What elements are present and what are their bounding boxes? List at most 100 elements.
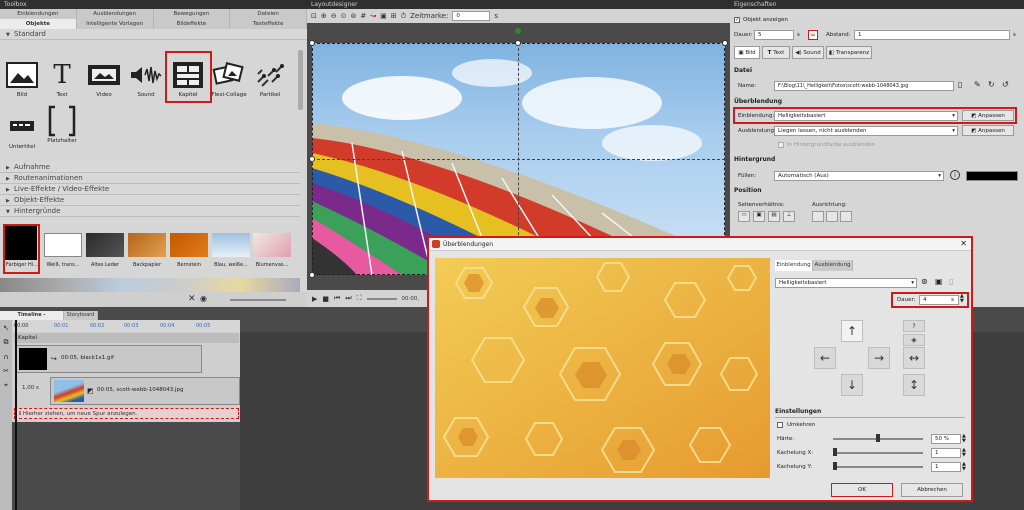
haerte-stepper-icon[interactable]: ▲ ▼ [962,434,966,444]
zoom-fit-icon[interactable]: ⊙ [341,12,347,20]
save-icon[interactable]: ▣ [935,277,943,286]
aspect-stretch-icon[interactable]: ▤ [768,211,780,222]
zeitmarke-input[interactable]: 0 [452,11,491,21]
section-hintergruende[interactable]: ▼ Hintergründe [0,206,300,217]
toolbox-scrollbar[interactable] [298,50,303,110]
tab-ausblendung[interactable]: Ausblendung [813,260,853,271]
abbrechen-button[interactable]: Abbrechen [901,483,963,497]
resize-handle-tr[interactable] [722,40,728,46]
kapitel-bar[interactable]: Kapitel [14,333,239,343]
arrow-up-icon[interactable]: ↑ [841,320,863,342]
stop-icon[interactable]: ■ [322,295,329,303]
tab-bildeffekte[interactable]: Bildeffekte [153,19,231,29]
tab-intelligente-vorlagen[interactable]: Intelligente Vorlagen [76,19,154,29]
bg-thumb-blumenvase[interactable] [253,233,291,257]
section-routenanimationen[interactable]: ▶ Routenanimationen [0,173,300,184]
aspect-fill-icon[interactable]: ▣ [753,211,765,222]
resize-handle-ml[interactable] [309,156,315,162]
info-icon[interactable]: i [950,170,960,180]
section-standard[interactable]: ▼ Standard [0,29,307,40]
arrow-horizontal-icon[interactable]: ↔ [903,347,925,369]
tool-video[interactable]: Video [82,60,126,98]
tab-texteffekte[interactable]: Texteffekte [230,19,307,29]
fit-icon[interactable]: ⌖ [4,381,8,390]
haerte-slider-thumb[interactable] [876,434,880,442]
tool-untertitel[interactable]: Untertitel [0,112,44,150]
bg-thumb-bernstein[interactable] [170,233,208,257]
section-objekt-effekte[interactable]: ▶ Objekt-Effekte [0,195,300,206]
tool-flexi-collage[interactable]: Flexi-Collage [207,60,251,98]
arrow-left-icon[interactable]: ← [814,347,836,369]
kachelung-y-input[interactable]: 1 [931,462,961,472]
transition-select[interactable]: Helligkeitsbasiert ▾ [775,278,917,288]
arrow-down-icon[interactable]: ↓ [841,374,863,396]
resize-handle-bl[interactable] [309,272,315,278]
timeline-ruler[interactable]: 00:00 00:01 00:02 00:03 00:04 00:05 [12,320,240,332]
section-live-effekte[interactable]: ▶ Live-Effekte / Video-Effekte [0,184,300,195]
aspect-custom-icon[interactable]: ⊥ [783,211,795,222]
fullscreen-icon[interactable]: ⛶ [357,294,362,303]
tab-text[interactable]: T Text [762,46,790,59]
select-tool-icon[interactable]: ⊡ [311,12,317,20]
copy-icon[interactable]: ⧉ [4,338,9,347]
edit-icon[interactable]: ✎ [974,80,981,89]
play-icon[interactable]: ▶ [312,295,317,303]
haerte-input[interactable]: 50 % [931,434,961,444]
zoom-out-icon[interactable]: ⊖ [331,12,337,20]
color-swatch[interactable] [966,171,1018,181]
tab-transparenz[interactable]: ◧ Transparenz [826,46,872,59]
name-field[interactable]: F:\Blog\11\_Helligkeit\Fotos\scott-webb-… [774,81,954,91]
align-icon[interactable]: ⊞ [391,12,397,20]
tab-storyboard[interactable]: Storyboard [64,311,98,320]
kachelung-x-slider[interactable] [833,452,923,454]
abstand-input[interactable]: 1 [854,30,1010,40]
path-icon[interactable]: ↝ [370,12,376,20]
grid-icon[interactable]: # [360,12,366,20]
tab-timeline-spuransicht[interactable]: Timeline - Spuransicht [0,311,64,327]
bg-thumb-weiss[interactable] [44,233,82,257]
umkehren-checkbox[interactable] [777,422,783,428]
tab-einblendungen[interactable]: Einblendungen [0,9,77,19]
image-crop-icon[interactable]: ▣ [380,12,387,20]
random-direction-icon[interactable]: ? [903,320,925,332]
tool-text[interactable]: T Text [40,60,84,98]
tab-sound[interactable]: ◀) Sound [792,46,824,59]
tool-partikel[interactable]: Partikel [248,60,292,98]
delete-icon[interactable]: ▯ [949,277,953,286]
einblendung-anpassen-button[interactable]: ◩ Anpassen [962,110,1014,121]
ok-button[interactable]: OK [831,483,893,497]
eye-icon[interactable]: ◉ [200,294,207,303]
refresh-icon[interactable]: ↻ [988,80,995,89]
tab-dateien[interactable]: Dateien [230,9,307,19]
file-browse-icon[interactable]: ▯ [958,80,962,89]
bg-thumb-backpapier[interactable] [128,233,166,257]
einblendung-select[interactable]: Helligkeitsbasiert ▾ [774,111,958,121]
volume-slider[interactable] [366,297,397,300]
aspect-fit-icon[interactable]: ▭ [738,211,750,222]
dauer-input[interactable]: 5 [754,30,794,40]
zoom-100-icon[interactable]: ⊚ [351,12,357,20]
resize-handle-tm[interactable] [515,40,521,46]
align-tr-icon[interactable] [840,211,852,222]
objekt-anzeigen-checkbox[interactable]: ✓ [734,17,740,23]
tab-ausblendungen[interactable]: Ausblendungen [76,9,154,19]
tab-einblendung[interactable]: Einblendung [775,260,813,271]
tab-bewegungen[interactable]: Bewegungen [153,9,231,19]
bg-thumb-blau[interactable] [212,233,250,257]
cut-icon[interactable]: ✂ [3,367,9,375]
zoom-in-icon[interactable]: ⊕ [321,12,327,20]
ausblendung-anpassen-button[interactable]: ◩ Anpassen [962,125,1014,136]
dauer-stepper-icon[interactable]: ▲ ▼ [960,294,964,304]
playhead[interactable] [15,320,17,510]
resize-handle-tl[interactable] [309,40,315,46]
kachelung-y-thumb[interactable] [833,462,837,470]
arrow-right-icon[interactable]: → [868,347,890,369]
tool-bild[interactable]: Bild [0,60,44,98]
tab-bild[interactable]: ▣ Bild [734,46,760,59]
kachelung-y-slider[interactable] [833,466,923,468]
align-tl-icon[interactable] [812,211,824,222]
magnet-icon[interactable]: ∩ [3,353,8,361]
link-icon[interactable]: ∞ [808,30,818,40]
tab-objekte[interactable]: Objekte [0,19,77,29]
clip-photo[interactable]: ◩ 00:05, scott-webb-1048043.jpg [50,377,240,405]
